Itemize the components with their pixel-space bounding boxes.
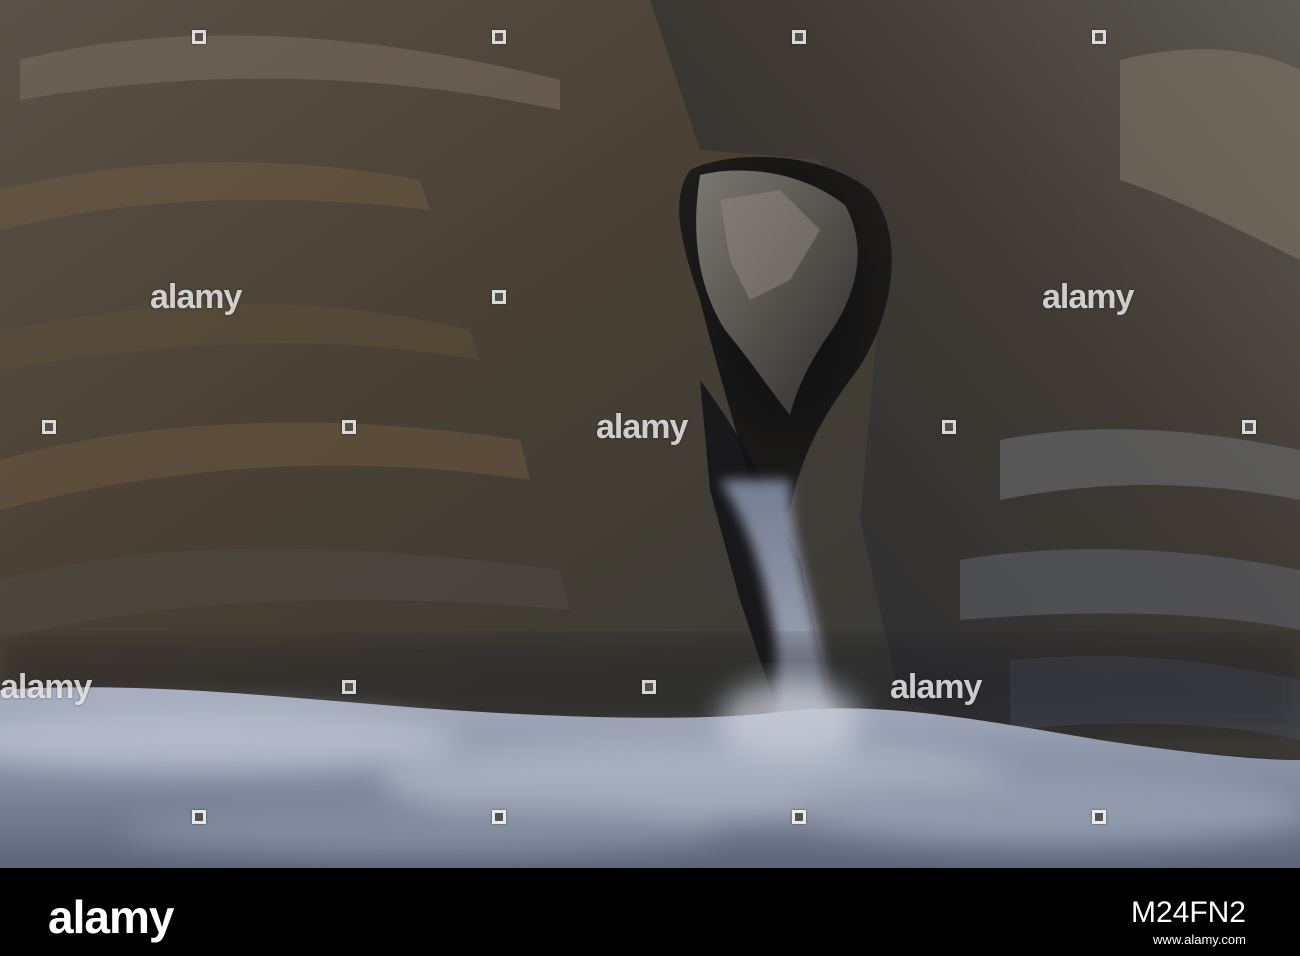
- watermark-mark: [492, 30, 506, 44]
- watermark: alamy: [890, 668, 982, 706]
- watermark-mark: [792, 30, 806, 44]
- watermark-mark: [492, 290, 506, 304]
- watermark-mark: [642, 680, 656, 694]
- watermark-mark: [192, 30, 206, 44]
- watermark: alamy: [1042, 278, 1134, 316]
- site-url[interactable]: www.alamy.com: [1153, 932, 1246, 947]
- watermark-mark: [42, 420, 56, 434]
- watermark-mark: [342, 680, 356, 694]
- watermark-mark: [342, 420, 356, 434]
- watermark-mark: [1092, 30, 1106, 44]
- footer-bar: alamy M24FN2 www.alamy.com: [0, 868, 1300, 956]
- photo: alamy alamy alamy alamy alamy: [0, 0, 1300, 868]
- watermark: alamy: [0, 668, 92, 706]
- watermark: alamy: [596, 408, 688, 446]
- watermark-mark: [192, 810, 206, 824]
- image-id: M24FN2: [1130, 896, 1246, 929]
- watermark: alamy: [150, 278, 242, 316]
- watermark-mark: [1242, 420, 1256, 434]
- watermark-mark: [492, 810, 506, 824]
- watermark-mark: [792, 810, 806, 824]
- watermark-mark: [942, 420, 956, 434]
- alamy-logo[interactable]: alamy: [48, 890, 174, 944]
- watermark-mark: [1092, 810, 1106, 824]
